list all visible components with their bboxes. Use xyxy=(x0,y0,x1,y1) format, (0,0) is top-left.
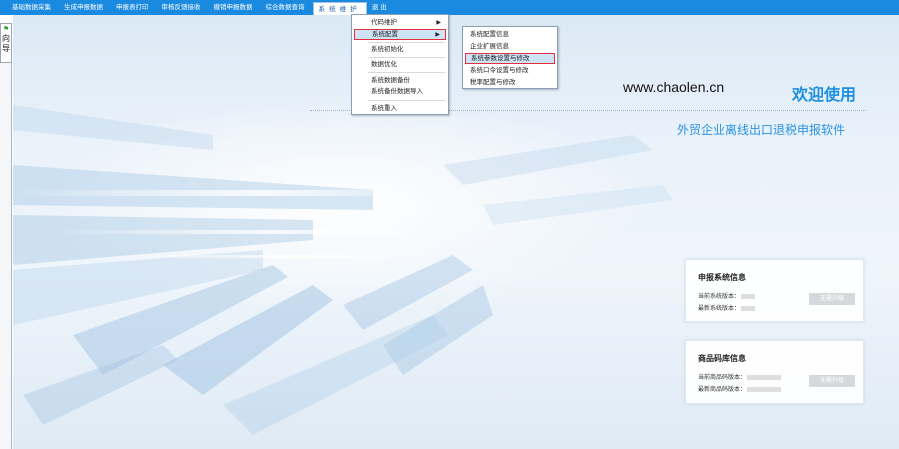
menu-data-query[interactable]: 综合数据查询 xyxy=(261,0,313,15)
guide-tab[interactable]: ⚑ 向 导 xyxy=(0,23,12,63)
system-info-card: 申报系统信息 当前系统版本： 最新系统版本： 无需升级 xyxy=(685,259,864,322)
submenu-item-password-setting[interactable]: 系统口令设置与修改 xyxy=(465,65,555,76)
system-maintain-dropdown: 代码维护 ▶ 系统配置 ▶ 系统初始化 数据优化 系统数据备份 系统备份数据导入… xyxy=(351,14,449,115)
guide-label-1: 向 xyxy=(2,34,10,43)
menu-print-forms[interactable]: 申报表打印 xyxy=(111,0,157,15)
menu-revoke-declaration[interactable]: 撤销申报数据 xyxy=(209,0,261,15)
submenu-item-enterprise-info[interactable]: 企业扩展信息 xyxy=(465,41,555,52)
site-url: www.chaolen.cn xyxy=(623,79,725,95)
current-code-version-label: 当前商品码版本： xyxy=(698,374,747,381)
latest-code-version-value xyxy=(747,387,782,392)
system-upgrade-button[interactable]: 无需升级 xyxy=(809,293,855,305)
menu-separator xyxy=(368,57,445,58)
menu-item-data-backup[interactable]: 系统数据备份 xyxy=(354,75,446,86)
menu-item-system-init[interactable]: 系统初始化 xyxy=(354,44,446,55)
codebase-info-title: 商品码库信息 xyxy=(698,354,746,363)
codebase-upgrade-button[interactable]: 无需升级 xyxy=(809,375,855,387)
submenu-item-config-info[interactable]: 系统配置信息 xyxy=(465,29,555,40)
latest-code-version: 最新商品码版本： xyxy=(698,384,782,393)
latest-system-version: 最新系统版本： xyxy=(698,303,756,312)
codebase-info-card: 商品码库信息 当前商品码版本： 最新商品码版本： 无需升级 xyxy=(685,340,864,404)
menu-exit[interactable]: 退 出 xyxy=(367,0,395,15)
latest-system-version-label: 最新系统版本： xyxy=(698,305,741,312)
system-config-label: 系统配置 xyxy=(372,30,398,38)
menu-item-system-config[interactable]: 系统配置 ▶ xyxy=(354,29,446,40)
menu-generate-declaration[interactable]: 生成申报数据 xyxy=(59,0,111,15)
menu-separator xyxy=(368,42,445,43)
menu-separator xyxy=(368,72,445,73)
system-info-title: 申报系统信息 xyxy=(698,273,746,282)
code-maintain-label: 代码维护 xyxy=(371,18,397,26)
submenu-item-param-setting[interactable]: 系统参数设置与修改 xyxy=(465,53,555,64)
current-system-version: 当前系统版本： xyxy=(698,291,756,300)
submenu-arrow-icon: ▶ xyxy=(435,31,440,38)
system-config-submenu: 系统配置信息 企业扩展信息 系统参数设置与修改 系统口令设置与修改 税率配置与修… xyxy=(462,26,558,89)
submenu-arrow-icon: ▶ xyxy=(436,19,441,26)
menu-item-system-reload[interactable]: 系统重入 xyxy=(354,103,446,114)
flag-icon: ⚑ xyxy=(2,25,10,33)
menu-separator xyxy=(368,100,445,101)
submenu-item-tax-config[interactable]: 税率配置与修改 xyxy=(465,77,555,88)
main-menubar: 基础数据采集 生成申报数据 申报表打印 审核反馈接收 撤销申报数据 综合数据查询… xyxy=(0,0,899,15)
latest-system-version-value xyxy=(741,306,756,311)
current-code-version: 当前商品码版本： xyxy=(698,372,782,381)
current-system-version-value xyxy=(741,294,756,299)
welcome-title: 欢迎使用 xyxy=(792,85,857,104)
menu-item-data-optimize[interactable]: 数据优化 xyxy=(354,59,446,70)
latest-code-version-label: 最新商品码版本： xyxy=(698,386,747,393)
menu-review-feedback[interactable]: 审核反馈接收 xyxy=(157,0,209,15)
guide-sidebar: ⚑ 向 导 xyxy=(0,23,12,449)
menu-item-backup-import[interactable]: 系统备份数据导入 xyxy=(354,86,446,97)
software-subtitle: 外贸企业离线出口退税申报软件 xyxy=(677,123,846,137)
menu-basic-data[interactable]: 基础数据采集 xyxy=(7,0,59,15)
current-system-version-label: 当前系统版本： xyxy=(698,293,741,300)
menu-item-code-maintain[interactable]: 代码维护 ▶ xyxy=(354,17,446,28)
current-code-version-value xyxy=(747,375,782,380)
guide-label-2: 导 xyxy=(2,44,10,53)
